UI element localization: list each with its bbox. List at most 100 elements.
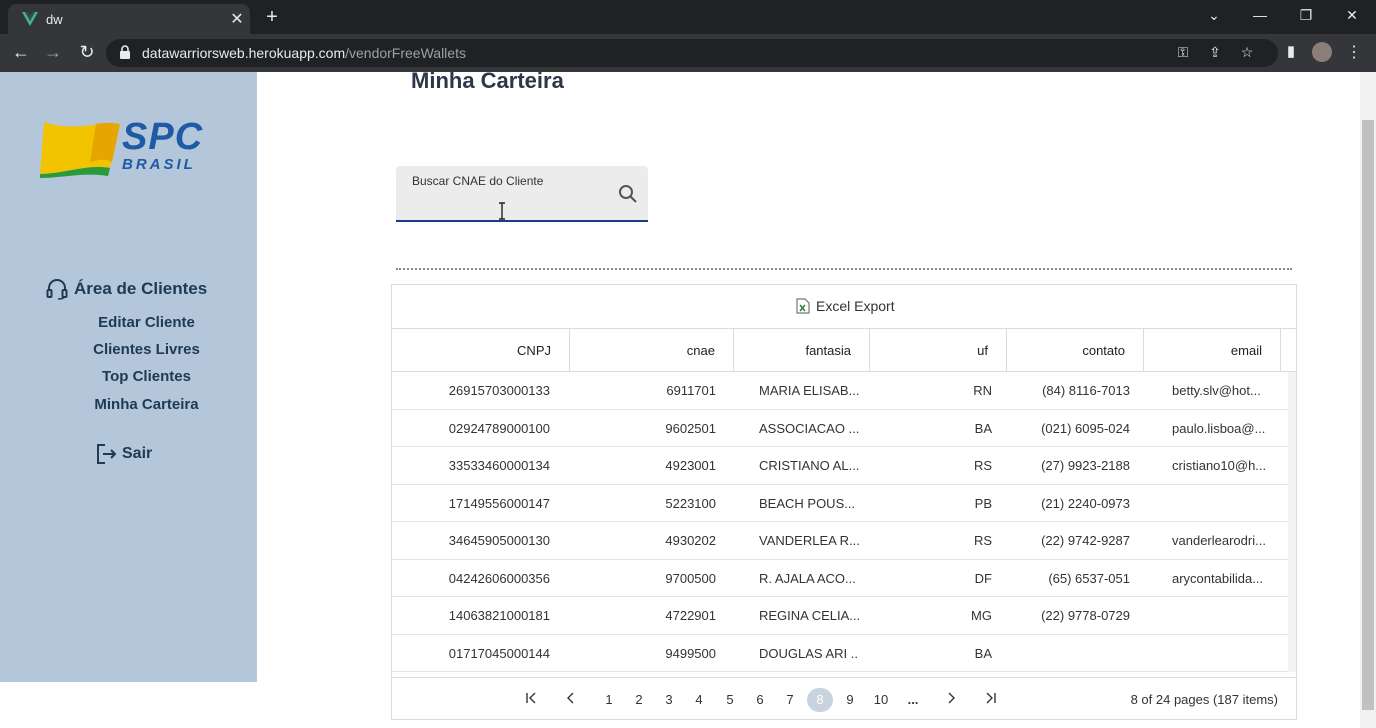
cell-uf: PB (974, 495, 992, 511)
sidebar-link-editar-cliente[interactable]: Editar Cliente (18, 314, 275, 331)
page-scrollbar-thumb[interactable] (1362, 120, 1374, 710)
grid-body: 26915703000133 6911701 MARIA ELISAB... R… (392, 372, 1288, 672)
column-header-cnpj[interactable]: CNPJ (392, 329, 570, 372)
page-button[interactable]: 2 (628, 688, 650, 712)
chevron-left-icon (567, 692, 574, 704)
headset-icon (46, 279, 68, 300)
profile-avatar[interactable] (1312, 42, 1332, 62)
cell-email (1172, 597, 1284, 634)
page-button[interactable]: 7 (779, 688, 801, 712)
grid-toolbar: Excel Export (392, 285, 1296, 329)
column-header-cnae[interactable]: cnae (570, 329, 734, 372)
table-row[interactable]: 04242606000356 9700500 R. AJALA ACO... D… (392, 560, 1288, 597)
logo-flag-icon (40, 122, 120, 178)
page-button[interactable]: 4 (688, 688, 710, 712)
divider (396, 268, 1292, 270)
spc-brasil-logo: SPC BRASIL (40, 116, 210, 182)
close-tab-icon[interactable]: ✕ (228, 9, 246, 29)
page-button[interactable]: 10 (869, 688, 893, 712)
text-cursor-icon (499, 202, 505, 220)
cell-uf: RS (973, 533, 992, 548)
cell-email: cristiano10@h... (1172, 458, 1267, 473)
table-row[interactable]: 01717045000144 9499500 DOUGLAS ARI ... B… (392, 635, 1288, 672)
pager-info: 8 of 24 pages (187 items) (1130, 692, 1278, 707)
cell-fantasia: MARIA ELISAB... (759, 383, 859, 398)
reload-icon[interactable]: ↻ (76, 42, 98, 63)
table-row[interactable]: 17149556000147 5223100 BEACH POUS... PB … (392, 485, 1288, 522)
cell-fantasia: DOUGLAS ARI ... (759, 645, 859, 661)
cnae-search-input[interactable]: Buscar CNAE do Cliente (396, 166, 648, 222)
cell-uf: BA (974, 420, 992, 436)
column-header-contato[interactable]: contato (1007, 329, 1144, 372)
column-header-uf[interactable]: uf (870, 329, 1007, 372)
table-row[interactable]: 02924789000100 9602501 ASSOCIACAO ... BA… (392, 410, 1288, 447)
side-panel-icon[interactable]: ▮ (1280, 42, 1302, 60)
new-tab-button[interactable]: + (262, 6, 282, 29)
excel-file-icon (796, 298, 810, 314)
cell-uf: MG (971, 608, 992, 623)
search-icon[interactable] (618, 184, 638, 204)
cell-cnae: 9499500 (665, 645, 716, 661)
table-row[interactable]: 14063821000181 4722901 REGINA CELIA... M… (392, 597, 1288, 635)
forward-arrow-icon[interactable]: → (42, 42, 64, 63)
last-page-icon (986, 692, 996, 704)
prev-page-button[interactable] (560, 688, 582, 712)
excel-export-label: Excel Export (816, 298, 895, 314)
logout-button[interactable]: Sair (96, 443, 152, 465)
table-row[interactable]: 33533460000134 4923001 CRISTIANO AL... R… (392, 447, 1288, 485)
key-icon[interactable]: ⚿ (1174, 44, 1192, 61)
page-button[interactable]: 1 (598, 688, 620, 712)
logo-brasil-text: BRASIL (122, 156, 196, 173)
back-arrow-icon[interactable]: ← (10, 42, 32, 63)
minimize-icon[interactable]: — (1250, 7, 1270, 23)
current-page-button[interactable]: 8 (807, 688, 833, 712)
next-page-button[interactable] (940, 688, 962, 712)
cell-contato: (65) 6537-051 (1048, 570, 1130, 586)
wallet-data-grid: Excel Export CNPJ cnae fantasia uf conta… (391, 284, 1297, 720)
share-icon[interactable]: ⇪ (1206, 44, 1224, 61)
first-page-button[interactable] (520, 688, 542, 712)
cell-fantasia: ASSOCIACAO ... (759, 420, 859, 436)
column-header-fantasia[interactable]: fantasia (734, 329, 870, 372)
cell-email: arycontabilida... (1172, 570, 1264, 586)
page-ellipsis[interactable]: ... (901, 688, 925, 712)
cell-uf: RS (973, 458, 992, 473)
page-button[interactable]: 3 (658, 688, 680, 712)
first-page-icon (526, 692, 536, 704)
cell-cnae: 4930202 (665, 533, 716, 548)
cell-cnpj: 14063821000181 (448, 608, 550, 623)
restore-icon[interactable]: ❐ (1296, 7, 1316, 24)
page-scrollbar[interactable] (1360, 72, 1376, 728)
last-page-button[interactable] (980, 688, 1002, 712)
address-bar[interactable]: datawarriorsweb.herokuapp.com/vendorFree… (106, 39, 1278, 67)
cell-cnae: 6911701 (666, 383, 716, 398)
page-button[interactable]: 9 (839, 688, 861, 712)
cell-cnpj: 33533460000134 (448, 458, 550, 473)
chevron-right-icon (948, 692, 955, 704)
table-row[interactable]: 34645905000130 4930202 VANDERLEA R... RS… (392, 522, 1288, 560)
column-header-email[interactable]: email (1144, 329, 1281, 372)
cell-fantasia: VANDERLEA R... (759, 533, 859, 548)
more-menu-icon[interactable]: ⋮ (1346, 42, 1362, 62)
tab-title: dw (46, 12, 63, 27)
excel-export-button[interactable]: Excel Export (796, 298, 895, 314)
browser-tab[interactable]: dw ✕ (8, 4, 250, 34)
cell-cnpj: 02924789000100 (448, 420, 550, 436)
cell-email (1172, 485, 1284, 522)
cell-cnpj: 17149556000147 (448, 495, 550, 511)
close-window-icon[interactable]: ✕ (1342, 7, 1362, 24)
star-icon[interactable]: ☆ (1238, 44, 1256, 61)
cell-cnpj: 26915703000133 (448, 383, 550, 398)
page-button[interactable]: 6 (749, 688, 771, 712)
cell-fantasia: REGINA CELIA... (759, 608, 859, 623)
page-button[interactable]: 5 (719, 688, 741, 712)
chevron-down-icon[interactable]: ⌄ (1204, 7, 1224, 24)
cell-contato: (22) 9742-9287 (1041, 533, 1130, 548)
grid-scrollbar[interactable] (1288, 372, 1296, 672)
cell-uf: RN (973, 383, 992, 398)
sidebar-link-top-clientes[interactable]: Top Clientes (18, 368, 275, 385)
sidebar-link-minha-carteira[interactable]: Minha Carteira (18, 396, 275, 413)
sidebar-link-clientes-livres[interactable]: Clientes Livres (18, 341, 275, 358)
table-row[interactable]: 26915703000133 6911701 MARIA ELISAB... R… (392, 372, 1288, 410)
browser-toolbar: ← → ↻ datawarriorsweb.herokuapp.com/vend… (0, 34, 1376, 72)
